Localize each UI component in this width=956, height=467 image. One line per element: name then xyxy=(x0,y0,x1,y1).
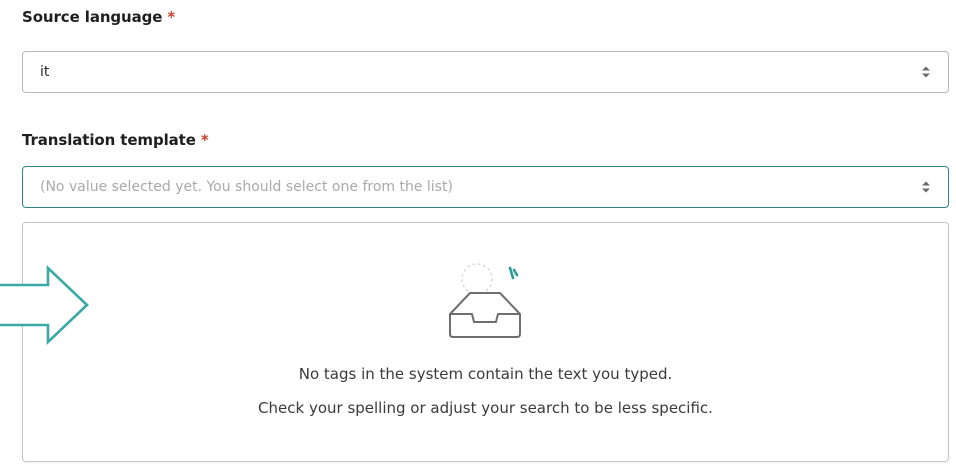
empty-state-hint: Check your spelling or adjust your searc… xyxy=(258,399,713,417)
empty-inbox-icon xyxy=(449,263,521,338)
source-language-label-text: Source language xyxy=(22,8,163,26)
template-dropdown-panel: No tags in the system contain the text y… xyxy=(22,222,949,462)
source-language-label: Source language * xyxy=(22,8,175,26)
source-language-value: it xyxy=(40,64,50,80)
translation-template-label: Translation template * xyxy=(22,131,209,149)
translation-template-placeholder: (No value selected yet. You should selec… xyxy=(40,179,453,195)
translation-template-label-text: Translation template xyxy=(22,131,196,149)
empty-state-message: No tags in the system contain the text y… xyxy=(298,365,673,383)
source-language-select[interactable]: it xyxy=(22,51,949,93)
required-mark: * xyxy=(200,131,209,149)
required-mark: * xyxy=(167,8,176,26)
sort-caret-icon xyxy=(922,66,930,78)
arrow-right-icon xyxy=(0,264,89,346)
translation-template-select[interactable]: (No value selected yet. You should selec… xyxy=(22,166,949,208)
sort-caret-icon xyxy=(922,181,930,193)
